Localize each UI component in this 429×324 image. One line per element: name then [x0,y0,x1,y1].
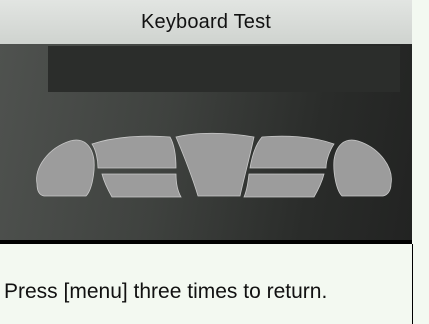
page-title: Keyboard Test [140,10,272,33]
keypad-keys [36,132,392,198]
status-right-border [412,244,413,324]
keyboard-test-screen: Keyboard Test Press [menu] three times t… [0,0,429,324]
status-area: Press [menu] three times to return. [0,244,412,324]
right-edge-strip [412,0,429,44]
right-lower-key[interactable] [243,173,325,198]
right-upper-key[interactable] [249,135,335,169]
left-key[interactable] [36,139,95,197]
left-lower-key[interactable] [101,173,182,198]
right-margin [412,44,429,242]
left-upper-key[interactable] [91,135,177,169]
right-key[interactable] [333,139,392,197]
center-key[interactable] [175,132,255,197]
status-message: Press [menu] three times to return. [4,280,328,303]
keypad-panel [0,44,412,242]
title-bar: Keyboard Test [0,0,412,44]
